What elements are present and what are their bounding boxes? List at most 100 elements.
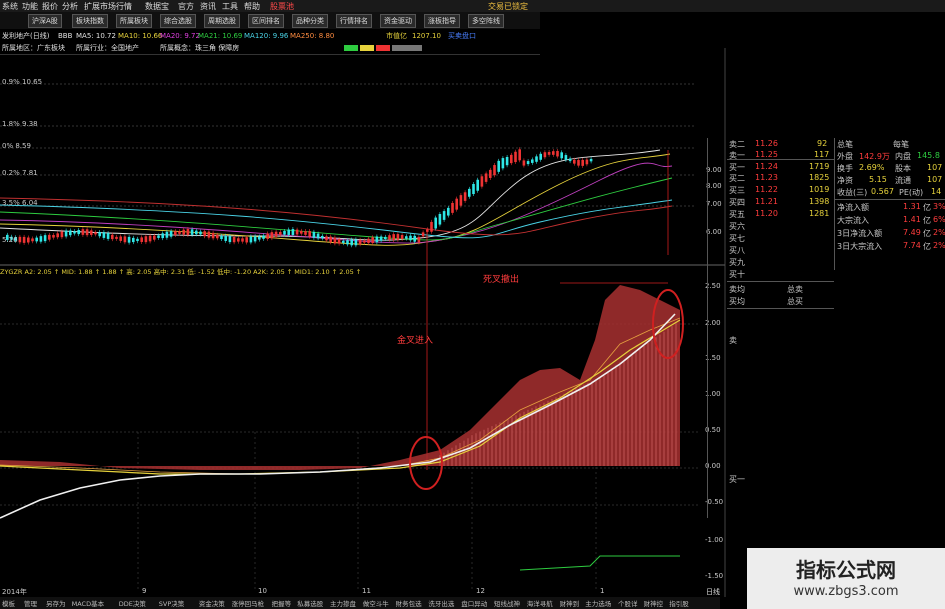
bottom-tab-2[interactable]: 另存为 [46, 598, 66, 608]
candle-body [510, 154, 513, 164]
bottom-tab-3[interactable]: MACD基本 [72, 598, 104, 608]
candle-body [346, 240, 349, 245]
buy10-label: 买十 [729, 270, 745, 279]
candle-body [535, 156, 538, 162]
bottom-tab-1[interactable]: 管理 [24, 598, 37, 608]
candle-body [585, 159, 589, 165]
candle-body [325, 236, 328, 241]
stat-netasset-label: 净资 [837, 176, 853, 185]
candle-body [207, 231, 211, 238]
candle-body [119, 236, 122, 241]
candle-body [178, 231, 181, 234]
candle-body [342, 240, 345, 244]
price-gridlines [0, 83, 695, 207]
bottom-tab-14[interactable]: 盘口异动 [461, 598, 487, 608]
candle-body [581, 159, 584, 166]
candle-body [489, 169, 492, 178]
candle-body [161, 233, 164, 239]
stat-pe-value: 14 [931, 187, 942, 196]
candle-body [60, 231, 64, 238]
buy5-label: 买五 [729, 210, 745, 219]
bottom-tab-8[interactable]: 把握等 [272, 598, 292, 608]
candle-body [417, 236, 421, 243]
candle-body [262, 235, 265, 239]
buy4-label: 买四 [729, 198, 745, 207]
candle-body [165, 231, 169, 238]
time-label-12: 12 [476, 587, 485, 595]
candle-body [274, 231, 278, 237]
candle-body [144, 236, 148, 243]
candle-body [85, 229, 89, 236]
candle-body [568, 158, 572, 162]
buy1-price: 11.24 [755, 162, 778, 171]
candle-body [211, 232, 215, 239]
bottom-tab-6[interactable]: 资金决策 [199, 598, 225, 608]
candle-body [573, 159, 576, 164]
order-book-panel: 卖二 11.26 92 卖一 11.25 117 买一 11.24 1719 买… [707, 138, 945, 518]
candle-body [547, 151, 551, 155]
time-label-1: 1 [600, 587, 605, 595]
bottom-tab-11[interactable]: 做空斗牛 [363, 598, 389, 608]
candle-body [358, 239, 362, 245]
bottom-tab-4[interactable]: DDE决策 [119, 598, 146, 608]
bottom-tab-17[interactable]: 财神到 [560, 598, 580, 608]
candle-body [438, 213, 442, 225]
total-buy-label: 总买 [787, 297, 803, 306]
order-book-column [707, 138, 835, 518]
candle-body [388, 235, 391, 240]
candle-body [245, 237, 248, 243]
sell2-volume: 92 [817, 139, 828, 148]
bottom-tab-13[interactable]: 洗牙出选 [428, 598, 454, 608]
flow-net-label: 净流入额 [837, 203, 869, 212]
candle-body [379, 236, 383, 241]
bottom-tab-10[interactable]: 主力掺盘 [330, 598, 356, 608]
candle-body [350, 239, 353, 246]
candle-body [409, 235, 412, 241]
price-label-3: 0% 8.59 [2, 142, 31, 150]
avg-divider [727, 281, 834, 282]
bottom-tab-7[interactable]: 涨停回马枪 [232, 598, 265, 608]
candle-body [279, 231, 282, 235]
sell-mark: 卖 [729, 336, 737, 345]
candle-body [115, 236, 118, 239]
candle-body [94, 232, 97, 235]
candle-body [312, 231, 316, 238]
total-sell-label: 总卖 [787, 285, 803, 294]
stat-pe-label: PE(动) [899, 188, 924, 197]
bottom-tab-15[interactable]: 短线战神 [494, 598, 520, 608]
candle-body [287, 229, 290, 236]
candle-body [35, 237, 38, 242]
bottom-tab-21[interactable]: 指引股 [669, 598, 689, 608]
bottom-tab-19[interactable]: 个股详 [618, 598, 638, 608]
candle-body [497, 160, 500, 172]
candle-body [199, 231, 202, 235]
bottom-tab-18[interactable]: 主力选场 [585, 598, 611, 608]
candle-body [300, 230, 303, 234]
candle-body [333, 237, 337, 244]
candle-body [463, 192, 467, 201]
candle-body [480, 176, 484, 187]
candle-body [56, 233, 59, 238]
candle-body [522, 160, 526, 166]
candle-body [123, 236, 127, 243]
avg-buy-label: 买均 [729, 297, 745, 306]
candle-body [136, 238, 139, 242]
candle-body [484, 173, 488, 182]
bottom-tab-16[interactable]: 海洋寻航 [527, 598, 553, 608]
candle-body [27, 237, 30, 243]
ind-tick-n100: -1.00 [705, 536, 724, 544]
bottom-tab-0[interactable]: 模板 [2, 598, 15, 608]
candle-body [283, 230, 286, 235]
period-label[interactable]: 日线 [706, 587, 720, 597]
bottom-tab-12[interactable]: 財务包选 [396, 598, 422, 608]
candle-body [493, 165, 496, 176]
flow-divider [834, 199, 945, 200]
candle-body [384, 236, 387, 240]
candle-body [539, 153, 542, 160]
stat-netasset-value: 5.15 [869, 175, 887, 184]
bottom-tab-9[interactable]: 私募选股 [297, 598, 323, 608]
bottom-tab-20[interactable]: 财神控 [644, 598, 664, 608]
buy4-price: 11.21 [755, 197, 778, 206]
buy5-price: 11.20 [755, 209, 778, 218]
bottom-tab-5[interactable]: SVP决策 [159, 598, 185, 608]
